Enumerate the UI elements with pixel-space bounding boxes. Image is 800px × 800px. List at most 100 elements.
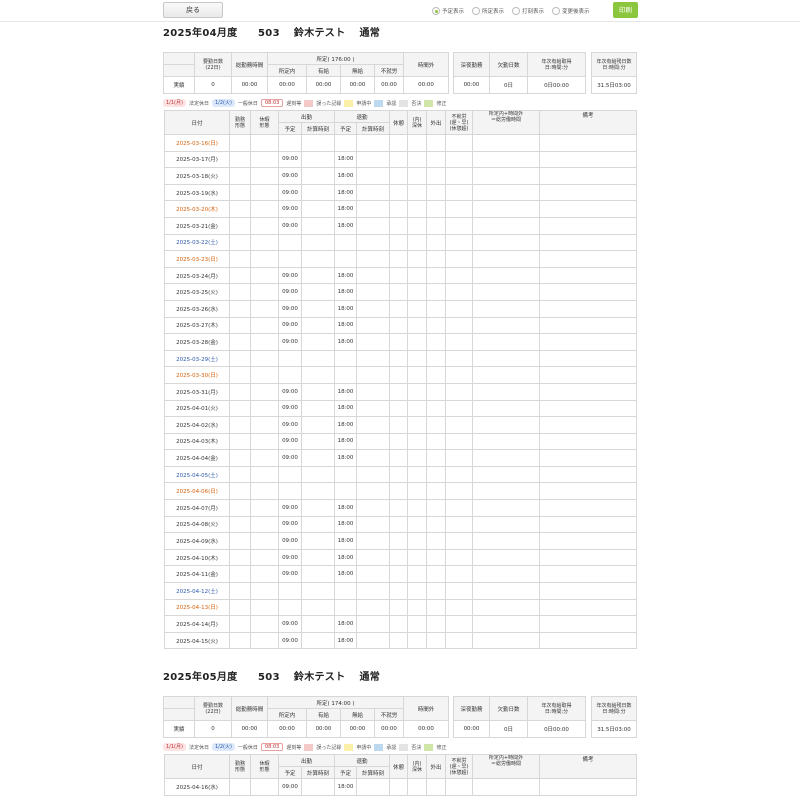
row-clock-in — [278, 465, 302, 484]
row-date: 2025-04-03(木) — [164, 432, 230, 451]
table-row[interactable]: 2025-03-26(水) 09:00 18:00 — [164, 299, 638, 318]
table-row[interactable]: 2025-03-17(月) 09:00 18:00 — [164, 150, 638, 169]
legend-swatch — [424, 99, 434, 107]
radio-icon[interactable] — [552, 7, 561, 15]
row-date: 2025-03-25(火) — [164, 283, 230, 301]
table-row[interactable]: 2025-04-14(月) 09:00 18:00 — [164, 615, 638, 633]
inner-break-header: (内) 深休 — [407, 754, 428, 779]
table-row[interactable]: 2025-04-13(日) — [164, 598, 638, 617]
table-row[interactable]: 2025-03-20(木) 09:00 18:00 — [164, 200, 638, 218]
table-row[interactable]: 2025-03-25(火) 09:00 18:00 — [164, 283, 638, 301]
table-row[interactable]: 2025-04-03(木) 09:00 18:00 — [164, 432, 638, 451]
row-clock-in: 09:00 — [278, 283, 302, 301]
view-option-fixed[interactable]: 所定表示 — [472, 6, 504, 16]
row-date: 2025-03-24(月) — [164, 266, 230, 285]
table-row[interactable]: 2025-04-11(金) 09:00 18:00 — [164, 565, 638, 584]
row-date: 2025-03-20(木) — [164, 200, 230, 218]
row-clock-out: 18:00 — [334, 399, 358, 418]
table-row[interactable]: 2025-03-24(月) 09:00 18:00 — [164, 266, 638, 285]
row-clock-out — [334, 233, 358, 252]
row-clock-out: 18:00 — [334, 183, 358, 202]
table-row[interactable]: 2025-04-10(木) 09:00 18:00 — [164, 548, 638, 567]
row-clock-in: 09:00 — [278, 266, 302, 285]
summary-value: 00:00 — [231, 76, 268, 94]
table-row[interactable]: 2025-04-05(土) — [164, 465, 638, 484]
row-clock-out — [334, 349, 358, 368]
row-clock-out: 18:00 — [334, 615, 358, 633]
table-row[interactable]: 2025-03-19(水) 09:00 18:00 — [164, 183, 638, 202]
summary-value: 00:00 — [306, 720, 341, 738]
row-clock-in: 09:00 — [278, 399, 302, 418]
row-clock-in: 09:00 — [278, 778, 302, 796]
total-hours-header: 総勤務時間 — [231, 52, 268, 77]
table-row[interactable]: 2025-04-09(水) 09:00 18:00 — [164, 532, 638, 550]
row-date: 2025-04-06(日) — [164, 482, 230, 501]
table-row[interactable]: 2025-03-30(日) — [164, 366, 638, 384]
table-row[interactable]: 2025-03-31(月) 09:00 18:00 — [164, 382, 638, 401]
table-row[interactable]: 2025-03-27(木) 09:00 18:00 — [164, 316, 638, 335]
row-date: 2025-03-19(水) — [164, 183, 230, 202]
row-date: 2025-03-31(月) — [164, 382, 230, 401]
view-option-changed[interactable]: 変更後表示 — [552, 6, 590, 16]
row-clock-out: 18:00 — [334, 299, 358, 318]
holiday-legend-chip: 1/1(月) — [163, 743, 186, 751]
legend-swatch — [374, 743, 384, 751]
row-clock-out — [334, 582, 358, 600]
actual-row-label: 実績 — [163, 720, 195, 738]
date-header: 日付 — [164, 110, 230, 135]
fixed-hours-header: 所定( 176:00 ) — [266, 52, 405, 65]
row-clock-in — [278, 233, 302, 252]
back-button[interactable]: 戻る — [163, 2, 223, 18]
legend-swatch — [304, 99, 314, 107]
table-row[interactable]: 2025-03-16(日) — [164, 134, 638, 152]
table-row[interactable]: 2025-04-15(火) 09:00 18:00 — [164, 631, 638, 650]
table-row[interactable]: 2025-04-04(金) 09:00 18:00 — [164, 449, 638, 467]
table-row[interactable]: 2025-04-07(月) 09:00 18:00 — [164, 499, 638, 517]
table-row[interactable]: 2025-03-23(日) — [164, 250, 638, 268]
row-clock-out — [334, 482, 358, 501]
row-clock-in: 09:00 — [278, 631, 302, 650]
legend-swatch — [399, 99, 409, 107]
shortfall-header: 不就労 (遅・早) (休憩超) — [445, 110, 474, 135]
table-row[interactable]: 2025-03-29(土) — [164, 349, 638, 368]
late-legend-chip: 08:03 — [260, 99, 284, 107]
table-row[interactable]: 2025-04-02(水) 09:00 18:00 — [164, 416, 638, 434]
table-row[interactable]: 2025-04-16(水) 09:00 18:00 — [164, 778, 638, 796]
radio-selected-icon[interactable] — [432, 7, 440, 15]
leave-type-header: 休暇 形態 — [250, 754, 279, 779]
table-row[interactable]: 2025-03-28(金) 09:00 18:00 — [164, 333, 638, 351]
row-clock-out — [334, 134, 358, 152]
summary-table: 要勤日数 (22日) 総勤務時間 所定( 174:00 ) 時間外 所定内 有給 無給 不就労実… — [163, 696, 450, 738]
month-section: 2025年05月度 503 鈴木テスト 通常 要勤日数 (22日) 総勤務時間 所定( … — [163, 671, 638, 796]
leave-type-header: 休暇 形態 — [250, 110, 279, 135]
row-clock-in: 09:00 — [278, 183, 302, 202]
row-date: 2025-03-30(日) — [164, 366, 230, 384]
summary-value: 00:00 — [267, 720, 307, 738]
shortfall-header: 不就労 (遅・早) (休憩超) — [445, 754, 474, 779]
month-section: 2025年04月度 503 鈴木テスト 通常 要勤日数 (22日) 総勤務時間 所定( … — [163, 27, 638, 650]
row-date: 2025-04-10(木) — [164, 548, 230, 567]
row-date: 2025-03-21(金) — [164, 216, 230, 235]
legend-swatch — [344, 743, 354, 751]
summary-value: 00:00 — [267, 76, 307, 94]
radio-icon[interactable] — [472, 7, 481, 15]
radio-icon[interactable] — [512, 7, 521, 15]
remarks-header: 備考 — [539, 754, 638, 779]
view-option-punch[interactable]: 打刻表示 — [512, 6, 544, 16]
table-row[interactable]: 2025-04-12(土) — [164, 582, 638, 600]
table-row[interactable]: 2025-03-18(火) 09:00 18:00 — [164, 167, 638, 185]
table-row[interactable]: 2025-03-22(土) — [164, 233, 638, 252]
saturday-legend-chip: 1/2(火) — [211, 99, 235, 107]
summary-value: 00:00 — [340, 76, 375, 94]
table-row[interactable]: 2025-04-08(火) 09:00 18:00 — [164, 515, 638, 534]
view-option-scheduled[interactable]: 予定表示 — [432, 6, 464, 16]
row-date: 2025-04-15(火) — [164, 631, 230, 650]
table-row[interactable]: 2025-04-01(火) 09:00 18:00 — [164, 399, 638, 418]
table-row[interactable]: 2025-03-21(金) 09:00 18:00 — [164, 216, 638, 235]
print-button[interactable]: 印刷 — [613, 2, 638, 18]
work-days-header: 要勤日数 (22日) — [194, 52, 232, 77]
summary-value: 0 — [194, 76, 232, 94]
break-header: 休憩 — [389, 110, 409, 135]
row-clock-out: 18:00 — [334, 532, 358, 550]
table-row[interactable]: 2025-04-06(日) — [164, 482, 638, 501]
